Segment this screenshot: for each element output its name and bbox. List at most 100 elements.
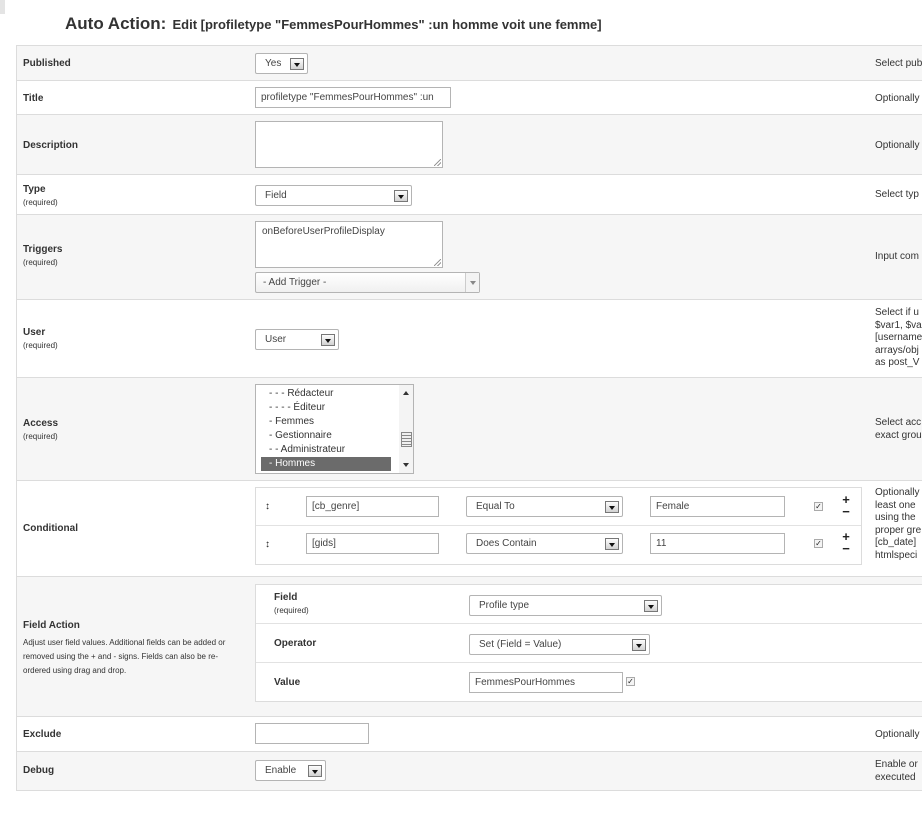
access-listbox[interactable]: - - - Rédacteur - - - - Éditeur - Femmes… (255, 384, 414, 474)
access-option[interactable]: - - Administrateur (261, 443, 391, 457)
page-title-sub: Edit [profiletype "FemmesPourHommes" :un… (172, 17, 602, 32)
debug-select[interactable]: Enable (255, 760, 326, 781)
access-scrollbar[interactable] (399, 385, 413, 473)
row-title: Title profiletype "FemmesPourHommes" :un… (17, 81, 922, 115)
debug-label: Debug (23, 765, 55, 776)
row-conditional: Conditional ↕ [cb_genre] Equal To Female… (17, 481, 922, 577)
conditional-help-line: using the (875, 512, 916, 523)
field-action-description: Adjust user field values. Additional fie… (23, 638, 226, 675)
scroll-down-icon[interactable] (403, 463, 409, 467)
chevron-down-icon (644, 600, 658, 612)
access-required: (required) (23, 432, 58, 441)
resize-grip-icon (434, 259, 441, 266)
description-help: Optionally (875, 140, 920, 151)
title-input[interactable]: profiletype "FemmesPourHommes" :un (255, 87, 451, 108)
user-select[interactable]: User (255, 329, 339, 350)
field-action-label: Field Action (23, 620, 80, 631)
condition-operator-value: Does Contain (476, 538, 537, 549)
page-title: Auto Action: Edit [profiletype "FemmesPo… (65, 9, 602, 35)
scroll-thumb[interactable] (401, 432, 412, 447)
access-help-line: Select acc (875, 417, 922, 428)
exclude-input[interactable] (255, 723, 369, 744)
debug-help: Enable or executed (875, 759, 918, 784)
access-option[interactable]: - Femmes (261, 415, 391, 429)
user-help-line: Select if u (875, 307, 919, 318)
row-triggers: Triggers (required) onBeforeUserProfileD… (17, 215, 922, 300)
field-action-field-select[interactable]: Profile type (469, 595, 662, 616)
corner-tab (0, 0, 5, 14)
access-option[interactable]: - Gestionnaire (261, 429, 391, 443)
condition-field-input[interactable]: [gids] (306, 533, 439, 554)
row-description: Description Optionally (17, 115, 922, 175)
description-label: Description (23, 140, 79, 151)
fa-operator-label: Operator (274, 638, 317, 649)
user-label-text: User (23, 327, 46, 338)
field-action-field-row: Field (required) Profile type (256, 585, 922, 624)
access-option-selected[interactable]: - Hommes (261, 457, 391, 471)
chevron-down-icon (321, 334, 335, 346)
access-label-text: Access (23, 418, 59, 429)
type-help: Select typ (875, 189, 919, 200)
fa-field-label-text: Field (274, 592, 298, 603)
condition-operator-select[interactable]: Does Contain (466, 533, 623, 554)
access-help-line: exact grou (875, 429, 922, 441)
field-action-operator-select[interactable]: Set (Field = Value) (469, 634, 650, 655)
conditional-panel: ↕ [cb_genre] Equal To Female ✓ + − ↕ [gi… (255, 487, 862, 565)
type-select-value: Field (265, 190, 287, 201)
exclude-label: Exclude (23, 729, 62, 740)
chevron-down-icon (632, 639, 646, 651)
row-debug: Debug Enable Enable or executed (17, 752, 922, 790)
title-label: Title (23, 93, 44, 104)
access-option[interactable]: - - - Rédacteur (261, 387, 391, 401)
access-label: Access (required) (23, 418, 58, 441)
condition-checkbox[interactable]: ✓ (814, 539, 823, 548)
minus-icon[interactable]: − (841, 542, 851, 555)
auto-action-form: Published Yes Select pub Title profilety… (16, 45, 922, 791)
drag-handle-icon[interactable]: ↕ (265, 501, 270, 512)
chevron-down-icon (290, 58, 304, 70)
field-action-value-input[interactable]: FemmesPourHommes (469, 672, 623, 693)
field-action-panel: Field (required) Profile type Operator S… (255, 584, 922, 702)
title-help: Optionally (875, 93, 920, 104)
conditional-help-line: least one (875, 499, 916, 511)
triggers-text: onBeforeUserProfileDisplay (262, 226, 385, 237)
chevron-down-icon (308, 765, 322, 777)
chevron-down-icon (605, 538, 619, 550)
condition-value-input[interactable]: 11 (650, 533, 785, 554)
published-help: Select pub (875, 58, 922, 69)
user-help-line: [username (875, 332, 922, 343)
scroll-up-icon[interactable] (403, 391, 409, 395)
add-trigger-select[interactable]: - Add Trigger - (255, 272, 480, 293)
debug-select-value: Enable (265, 765, 297, 776)
description-textarea[interactable] (255, 121, 443, 168)
condition-checkbox[interactable]: ✓ (814, 502, 823, 511)
minus-icon[interactable]: − (841, 505, 851, 518)
user-label: User (required) (23, 327, 58, 350)
triggers-label: Triggers (required) (23, 244, 62, 267)
drag-handle-icon[interactable]: ↕ (265, 539, 270, 550)
published-select[interactable]: Yes (255, 53, 308, 74)
conditional-help: Optionally least one using the proper gr… (875, 487, 921, 562)
condition-row[interactable]: ↕ [cb_genre] Equal To Female ✓ + − (256, 488, 861, 526)
published-label: Published (23, 58, 71, 69)
access-help: Select acc exact grou (875, 417, 922, 442)
row-exclude: Exclude Optionally (17, 717, 922, 752)
chevron-down-icon (605, 501, 619, 513)
row-published: Published Yes Select pub (17, 46, 922, 81)
type-label: Type (required) (23, 184, 58, 207)
row-field-action: Field Action Adjust user field values. A… (17, 577, 922, 717)
conditional-help-line: proper gre (875, 524, 922, 536)
condition-operator-select[interactable]: Equal To (466, 496, 623, 517)
field-action-value-checkbox[interactable]: ✓ (626, 677, 635, 686)
field-action-field-value: Profile type (479, 600, 530, 611)
access-option[interactable]: - - - - Éditeur (261, 401, 391, 415)
triggers-textarea[interactable]: onBeforeUserProfileDisplay (255, 221, 443, 268)
fa-field-required: (required) (274, 606, 309, 615)
condition-field-input[interactable]: [cb_genre] (306, 496, 439, 517)
resize-grip-icon (434, 159, 441, 166)
field-action-operator-value: Set (Field = Value) (479, 639, 562, 650)
type-select[interactable]: Field (255, 185, 412, 206)
debug-help-line: executed (875, 771, 916, 783)
condition-value-input[interactable]: Female (650, 496, 785, 517)
condition-row[interactable]: ↕ [gids] Does Contain 11 ✓ + − (256, 526, 861, 564)
